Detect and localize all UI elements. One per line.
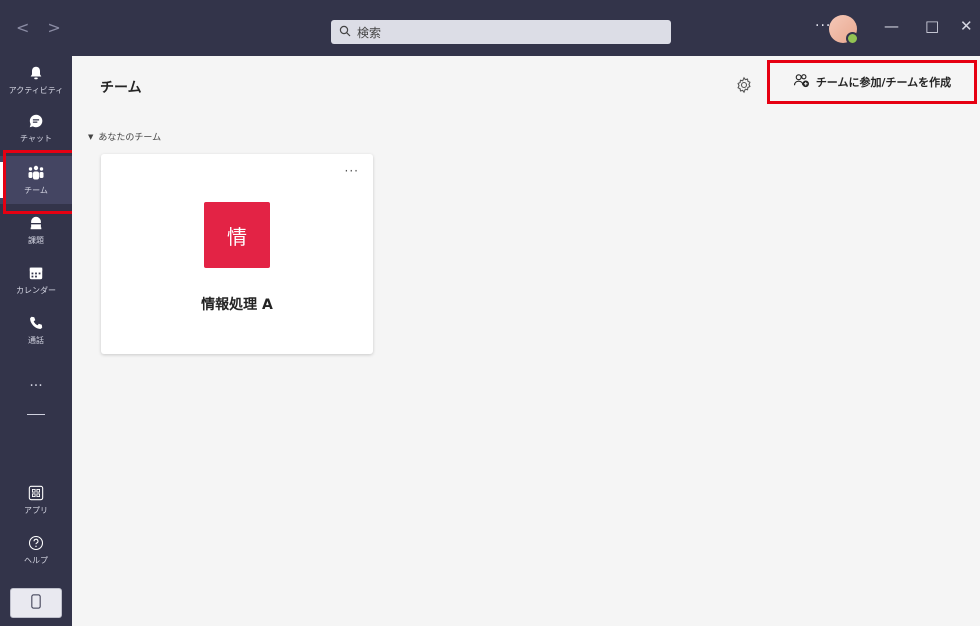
maximize-button[interactable]: □: [925, 17, 939, 35]
join-create-label: チームに参加/チームを作成: [815, 76, 952, 89]
search-input[interactable]: 検索: [331, 20, 671, 44]
main-content: チーム チームに参加/チームを作成 ▼ あなたのチーム ··· 情 情報処理 A: [72, 56, 980, 626]
your-teams-section[interactable]: ▼ あなたのチーム: [88, 130, 162, 144]
section-label: あなたのチーム: [98, 133, 162, 143]
rail-item-calls[interactable]: 通話: [0, 306, 72, 354]
help-icon: [27, 534, 45, 552]
calendar-icon: [27, 264, 45, 282]
rail-divider: [27, 414, 45, 415]
team-card[interactable]: ··· 情 情報処理 A: [101, 154, 373, 354]
people-add-icon: [793, 73, 810, 91]
app-rail: アクティビティ チャット チーム 課題 カレンダー 通話 ··· アプリ ヘルプ: [0, 56, 72, 626]
rail-label: 通話: [28, 336, 44, 345]
minimize-button[interactable]: —: [884, 17, 899, 35]
phone-icon: [27, 314, 45, 332]
rail-item-chat[interactable]: チャット: [0, 104, 72, 152]
mobile-download-button[interactable]: [10, 588, 62, 618]
rail-item-activity[interactable]: アクティビティ: [0, 56, 72, 104]
join-button-content: チームに参加/チームを作成: [793, 73, 951, 91]
caret-down-icon: ▼: [88, 132, 94, 141]
rail-label: カレンダー: [16, 286, 56, 295]
assignments-icon: [27, 214, 45, 232]
rail-label: ヘルプ: [24, 556, 48, 565]
apps-icon: [27, 484, 45, 502]
history-nav: < >: [16, 18, 61, 37]
team-tile-char: 情: [227, 224, 247, 249]
rail-label: 課題: [28, 236, 44, 245]
more-apps-button[interactable]: ···: [0, 378, 72, 394]
presence-status-icon: [846, 32, 859, 45]
rail-item-help[interactable]: ヘルプ: [0, 526, 72, 574]
back-arrow-icon[interactable]: <: [16, 18, 29, 37]
rail-label: アクティビティ: [8, 86, 64, 95]
chat-icon: [27, 112, 45, 130]
bell-icon: [27, 64, 45, 82]
avatar[interactable]: [829, 15, 859, 45]
gear-icon[interactable]: [735, 76, 753, 94]
forward-arrow-icon[interactable]: >: [47, 18, 60, 37]
rail-label: アプリ: [24, 506, 48, 515]
title-bar: < > 検索 ··· — □ ✕: [0, 0, 980, 56]
search-placeholder: 検索: [357, 25, 382, 40]
search-icon: [339, 25, 351, 40]
page-title: チーム: [100, 80, 142, 96]
teams-highlight-box: [3, 150, 76, 214]
rail-item-calendar[interactable]: カレンダー: [0, 256, 72, 304]
close-button[interactable]: ✕: [960, 17, 973, 35]
mobile-device-icon: [31, 593, 41, 613]
rail-item-apps[interactable]: アプリ: [0, 476, 72, 524]
team-avatar-tile: 情: [204, 202, 270, 268]
join-or-create-team-button[interactable]: チームに参加/チームを作成: [767, 60, 977, 104]
team-name: 情報処理 A: [201, 297, 273, 313]
team-more-options-button[interactable]: ···: [345, 164, 359, 178]
teams-window: < > 検索 ··· — □ ✕ アクティビティ チャット チーム 課題 カレン…: [0, 0, 980, 626]
rail-label: チャット: [20, 134, 52, 143]
